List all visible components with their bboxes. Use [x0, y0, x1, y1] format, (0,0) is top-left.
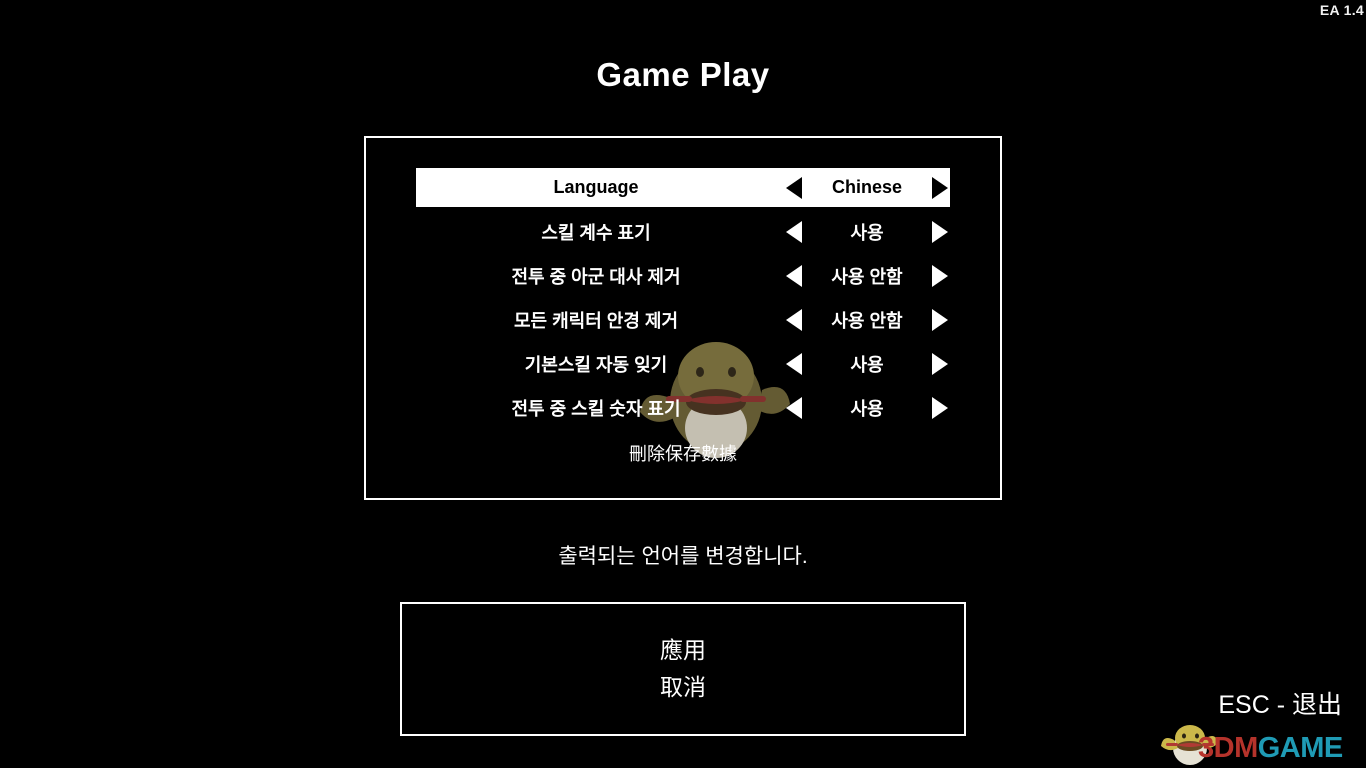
option-label: 스킬 계수 표기 — [541, 223, 651, 243]
version-label: EA 1.4 — [1319, 2, 1364, 18]
delete-save-data-button[interactable]: 刪除保存數據 — [366, 440, 1000, 466]
option-row-remove-ally-dialogue[interactable]: 전투 중 아군 대사 제거 사용 안함 — [416, 257, 950, 295]
triangle-right-icon[interactable] — [932, 353, 948, 375]
option-label: Language — [553, 177, 639, 197]
option-control: Chinese — [776, 176, 950, 199]
option-description: 출력되는 언어를 변경합니다. — [558, 545, 808, 568]
option-row-remove-glasses[interactable]: 모든 캐릭터 안경 제거 사용 안함 — [416, 301, 950, 339]
triangle-right-icon[interactable] — [932, 309, 948, 331]
triangle-left-icon[interactable] — [786, 397, 802, 419]
option-value: 사용 안함 — [831, 267, 903, 287]
option-label: 모든 캐릭터 안경 제거 — [513, 311, 679, 331]
watermark-brand-primary: 3DM — [1198, 732, 1258, 764]
triangle-right-icon[interactable] — [932, 221, 948, 243]
option-row-language[interactable]: Language Chinese — [416, 168, 950, 207]
triangle-left-icon[interactable] — [786, 176, 802, 199]
option-control: 사용 안함 — [776, 307, 950, 333]
triangle-right-icon[interactable] — [932, 176, 948, 199]
cancel-button[interactable]: 取消 — [402, 674, 964, 700]
options-panel: Language Chinese 스킬 계수 표기 사용 전투 중 아군 대사 … — [364, 136, 1002, 500]
option-value: Chinese — [831, 177, 903, 197]
option-value: 사용 — [850, 355, 884, 375]
option-control: 사용 — [776, 395, 950, 421]
option-value: 사용 — [850, 399, 884, 419]
option-row-skill-coefficient[interactable]: 스킬 계수 표기 사용 — [416, 213, 950, 251]
option-value: 사용 — [850, 223, 884, 243]
triangle-left-icon[interactable] — [786, 265, 802, 287]
triangle-right-icon[interactable] — [932, 397, 948, 419]
triangle-left-icon[interactable] — [786, 309, 802, 331]
watermark-3dmgame: 3DMGAME — [1160, 724, 1366, 768]
option-row-auto-forget-basic-skill[interactable]: 기본스킬 자동 잊기 사용 — [416, 345, 950, 383]
triangle-left-icon[interactable] — [786, 221, 802, 243]
option-control: 사용 — [776, 351, 950, 377]
watermark-brand-secondary: GAME — [1257, 732, 1344, 764]
options-list: Language Chinese 스킬 계수 표기 사용 전투 중 아군 대사 … — [366, 138, 1000, 427]
option-row-skill-number-display[interactable]: 전투 중 스킬 숫자 표기 사용 — [416, 389, 950, 427]
option-label: 기본스킬 자동 잊기 — [524, 355, 668, 375]
esc-exit-hint: ESC - 退出 — [1218, 691, 1342, 719]
option-value: 사용 안함 — [831, 311, 903, 331]
triangle-right-icon[interactable] — [932, 265, 948, 287]
option-label: 전투 중 스킬 숫자 표기 — [511, 399, 681, 419]
page-title: Game Play — [596, 56, 770, 93]
option-control: 사용 — [776, 219, 950, 245]
watermark-brand-text: 3DMGAME — [1198, 734, 1343, 763]
option-control: 사용 안함 — [776, 263, 950, 289]
option-label: 전투 중 아군 대사 제거 — [511, 267, 681, 287]
triangle-left-icon[interactable] — [786, 353, 802, 375]
apply-button[interactable]: 應用 — [402, 637, 964, 663]
action-buttons-panel: 應用 取消 — [400, 602, 966, 736]
